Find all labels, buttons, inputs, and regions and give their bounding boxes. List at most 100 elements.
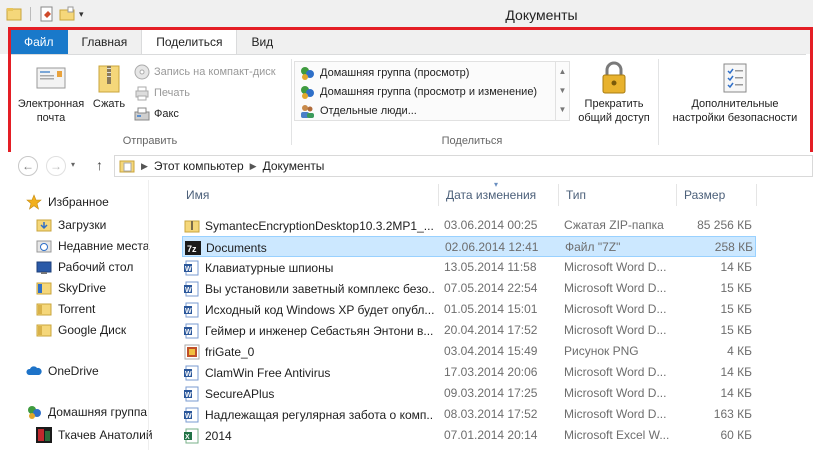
column-header-size[interactable]: Размер (684, 188, 725, 208)
forward-button[interactable]: → (46, 156, 66, 176)
desktop-icon (36, 259, 52, 275)
nav-item-label: OneDrive (48, 364, 99, 378)
file-type: Microsoft Word D... (564, 365, 667, 379)
word-document-icon: W (184, 386, 200, 402)
file-date: 03.06.2014 00:25 (444, 218, 538, 232)
window-title: Документы (505, 7, 578, 23)
file-type: Файл "7Z" (565, 240, 621, 254)
column-header-date[interactable]: Дата изменения (446, 188, 536, 208)
file-date: 01.05.2014 15:01 (444, 302, 538, 316)
table-row[interactable]: W Клавиатурные шпионы 13.05.2014 11:58 Mi… (182, 257, 756, 278)
fax-button[interactable]: Факс (134, 105, 179, 123)
table-row[interactable]: W Вы установили заветный комплекс безо...… (182, 278, 756, 299)
file-size: 14 КБ (720, 260, 752, 274)
tab-share[interactable]: Поделиться (141, 29, 238, 54)
email-icon (34, 61, 68, 95)
nav-onedrive[interactable]: OneDrive (26, 361, 176, 381)
stop-sharing-label: Прекратить общий доступ (578, 98, 650, 124)
breadcrumb-documents[interactable]: Документы (263, 159, 325, 173)
gallery-item-label: Отдельные люди... (320, 105, 417, 117)
gallery-item-specific-people[interactable]: Отдельные люди... (299, 102, 417, 120)
svg-text:W: W (185, 329, 192, 336)
people-icon (299, 103, 315, 119)
column-header-name[interactable]: Имя (186, 188, 209, 208)
gallery-scroll-up-icon[interactable]: ▲ (556, 62, 569, 81)
recent-places-icon (36, 238, 52, 254)
breadcrumb-chevron-icon[interactable]: ▶ (250, 161, 257, 172)
file-date: 13.05.2014 11:58 (444, 260, 537, 274)
table-row[interactable]: W SecureAPlus 09.03.2014 17:25 Microsoft … (182, 383, 756, 404)
table-row[interactable]: W ClamWin Free Antivirus 17.03.2014 20:06… (182, 362, 756, 383)
table-row[interactable]: friGate_0 03.04.2014 15:49 Рисунок PNG 4… (182, 341, 756, 362)
back-button[interactable]: ← (18, 156, 38, 176)
stop-sharing-button[interactable]: Прекратить общий доступ (574, 61, 654, 125)
tab-file[interactable]: Файл (10, 30, 68, 54)
word-document-icon: W (184, 260, 200, 276)
svg-text:W: W (185, 413, 192, 420)
up-button[interactable]: ↑ (96, 157, 103, 173)
zip-folder-icon (184, 218, 200, 234)
file-size: 258 КБ (714, 240, 753, 254)
file-name: SymantecEncryptionDesktop10.3.2MP1_... (205, 219, 434, 233)
file-date: 07.05.2014 22:54 (444, 281, 538, 295)
print-label: Печать (154, 87, 191, 99)
lock-icon (597, 61, 631, 95)
excel-workbook-icon: X (184, 428, 200, 444)
gallery-item-homegroup-view[interactable]: Домашняя группа (просмотр) (299, 64, 469, 82)
table-row-selected[interactable]: 7z Documents 02.06.2014 12:41 Файл "7Z" 2… (182, 236, 756, 257)
title-bar: ▾ Документы (0, 0, 813, 30)
recent-locations-dropdown-icon[interactable]: ▾ (71, 160, 75, 169)
tab-view[interactable]: Вид (237, 30, 287, 54)
svg-text:W: W (185, 287, 192, 294)
breadcrumb-this-pc[interactable]: Этот компьютер (154, 159, 244, 173)
table-row[interactable]: W Исходный код Windows XP будет опубл... … (182, 299, 756, 320)
file-name: friGate_0 (205, 345, 255, 359)
table-row[interactable]: W Надлежащая регулярная забота о комп... … (182, 404, 756, 425)
email-button[interactable]: Электронная почта (12, 61, 90, 125)
file-type: Microsoft Word D... (564, 407, 667, 421)
pane-divider[interactable] (148, 180, 149, 450)
forward-arrow-icon: → (50, 159, 62, 173)
gallery-scroll-down-icon[interactable]: ▼ (556, 81, 569, 100)
file-type: Рисунок PNG (564, 344, 639, 358)
zip-button[interactable]: Сжать (90, 61, 128, 111)
svg-text:X: X (185, 434, 190, 441)
print-button[interactable]: Печать (134, 84, 190, 102)
table-row[interactable]: W Геймер и инженер Себастьян Энтони в... … (182, 320, 756, 341)
nav-item-label: Ткачев Анатолий (58, 428, 153, 442)
file-type: Microsoft Excel W... (564, 428, 670, 442)
ribbon-tabs: Файл Главная Поделиться Вид (0, 29, 813, 54)
file-name: Геймер и инженер Себастьян Энтони в... (205, 324, 434, 338)
skydrive-folder-icon (36, 280, 52, 296)
nav-favorites[interactable]: Избранное (26, 192, 176, 212)
table-row[interactable]: SymantecEncryptionDesktop10.3.2MP1_... 0… (182, 215, 756, 236)
email-button-label: Электронная почта (17, 98, 85, 124)
gallery-expand-icon[interactable]: ▼ (556, 100, 569, 119)
nav-item-label: Рабочий стол (58, 260, 134, 274)
nav-homegroup[interactable]: Домашняя группа (26, 402, 176, 422)
send-group: Электронная почта Сжать Запись на компак… (10, 55, 290, 151)
file-type: Microsoft Word D... (564, 281, 667, 295)
share-with-gallery: Домашняя группа (просмотр) Домашняя груп… (294, 61, 570, 121)
zip-button-label: Сжать (92, 98, 126, 110)
zip-folder-icon (92, 61, 126, 95)
gallery-item-label: Домашняя группа (просмотр) (320, 67, 470, 79)
file-size: 14 КБ (720, 386, 752, 400)
file-type: Microsoft Word D... (564, 302, 667, 316)
tab-home[interactable]: Главная (68, 30, 142, 54)
svg-text:7z: 7z (187, 244, 197, 254)
gallery-item-homegroup-edit[interactable]: Домашняя группа (просмотр и изменение) (299, 83, 537, 101)
nav-item-label: Избранное (48, 195, 109, 209)
ribbon-share-panel: Электронная почта Сжать Запись на компак… (10, 54, 806, 150)
advanced-security-button[interactable]: Дополнительные настройки безопасности (670, 61, 800, 125)
column-header-type[interactable]: Тип (566, 188, 586, 208)
breadcrumb-chevron-icon[interactable]: ▶ (141, 161, 148, 172)
address-bar[interactable]: ▶ Этот компьютер ▶ Документы (114, 155, 813, 177)
file-date: 08.03.2014 17:52 (444, 407, 538, 421)
svg-text:W: W (185, 308, 192, 315)
file-size: 163 КБ (713, 407, 752, 421)
table-row[interactable]: X 2014 07.01.2014 20:14 Microsoft Excel W… (182, 425, 756, 446)
navigation-bar: ← → ▾ ↑ ▶ Этот компьютер ▶ Документы (0, 152, 813, 180)
burn-disc-button[interactable]: Запись на компакт-диск (134, 63, 276, 81)
png-image-icon (184, 344, 200, 360)
